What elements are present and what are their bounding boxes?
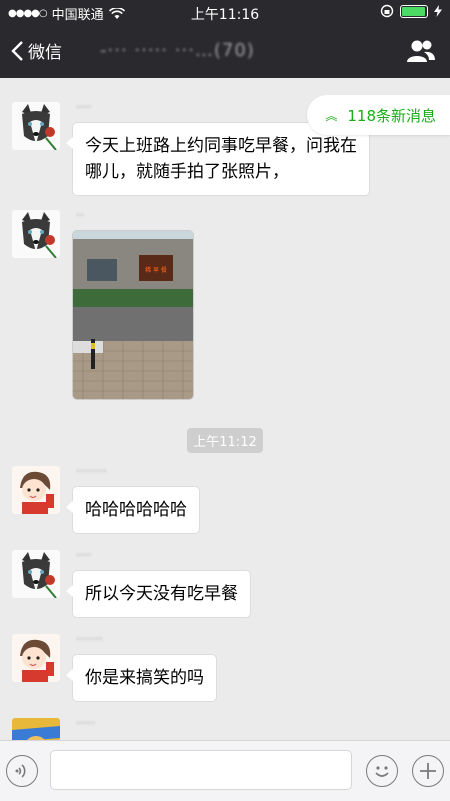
husky-avatar-icon[interactable] — [12, 102, 60, 150]
cartoon-avatar-icon[interactable] — [12, 718, 60, 740]
double-chevron-up-icon: ︽ — [325, 108, 338, 123]
sender-name: ········ — [76, 464, 107, 478]
status-bar: ●●●●○ 中国联通 上午11:16 — [0, 0, 450, 24]
battery-icon — [400, 4, 428, 18]
girl-avatar-icon[interactable] — [12, 634, 60, 682]
message-bubble[interactable]: 哈哈哈哈哈哈 — [66, 486, 200, 534]
emoji-button[interactable] — [366, 755, 398, 787]
plus-icon — [420, 763, 436, 779]
shared-photo[interactable]: 稀 早 餐 — [72, 230, 194, 400]
chat-title: -··· ····· ···…(70) — [100, 40, 255, 61]
message-bubble[interactable]: 所以今天没有吃早餐 — [66, 570, 251, 618]
chevron-left-icon — [11, 40, 23, 61]
chat-area[interactable]: ···· 今天上班路上约同事吃早餐，问我在哪儿，就随手拍了张照片， ·· 稀 早… — [0, 78, 450, 740]
chat-title-text: -··· ····· ···…(70) — [100, 40, 255, 61]
charging-icon — [434, 5, 442, 17]
message-input[interactable] — [50, 750, 352, 790]
sender-name: ·· — [76, 208, 84, 222]
message-bubble[interactable]: 你是来搞笑的吗 — [66, 654, 217, 702]
sender-name: ···· — [76, 100, 92, 114]
voice-input-button[interactable] — [6, 755, 38, 787]
husky-avatar-icon[interactable] — [12, 550, 60, 598]
sender-name: ···· — [76, 548, 92, 562]
husky-avatar-icon[interactable] — [12, 210, 60, 258]
sender-name: ······· — [76, 632, 103, 646]
chat-timestamp: 上午11:12 — [0, 428, 450, 453]
rotation-lock-icon — [380, 4, 394, 18]
sender-name: ····· — [76, 716, 96, 730]
timestamp-label: 上午11:12 — [187, 428, 263, 453]
back-button[interactable]: 微信 — [10, 38, 62, 63]
photo-sign-text: 稀 早 餐 — [145, 266, 167, 274]
voice-icon — [15, 764, 26, 778]
more-options-button[interactable] — [412, 755, 444, 787]
new-messages-label: 118条新消息 — [347, 106, 436, 125]
nav-bar: 微信 -··· ····· ···…(70) — [0, 24, 450, 78]
input-bar — [0, 740, 450, 801]
back-label: 微信 — [28, 43, 62, 63]
smiley-icon — [375, 766, 389, 777]
girl-avatar-icon[interactable] — [12, 466, 60, 514]
group-members-icon[interactable] — [406, 38, 436, 64]
new-messages-button[interactable]: ︽ 118条新消息 — [307, 95, 450, 135]
